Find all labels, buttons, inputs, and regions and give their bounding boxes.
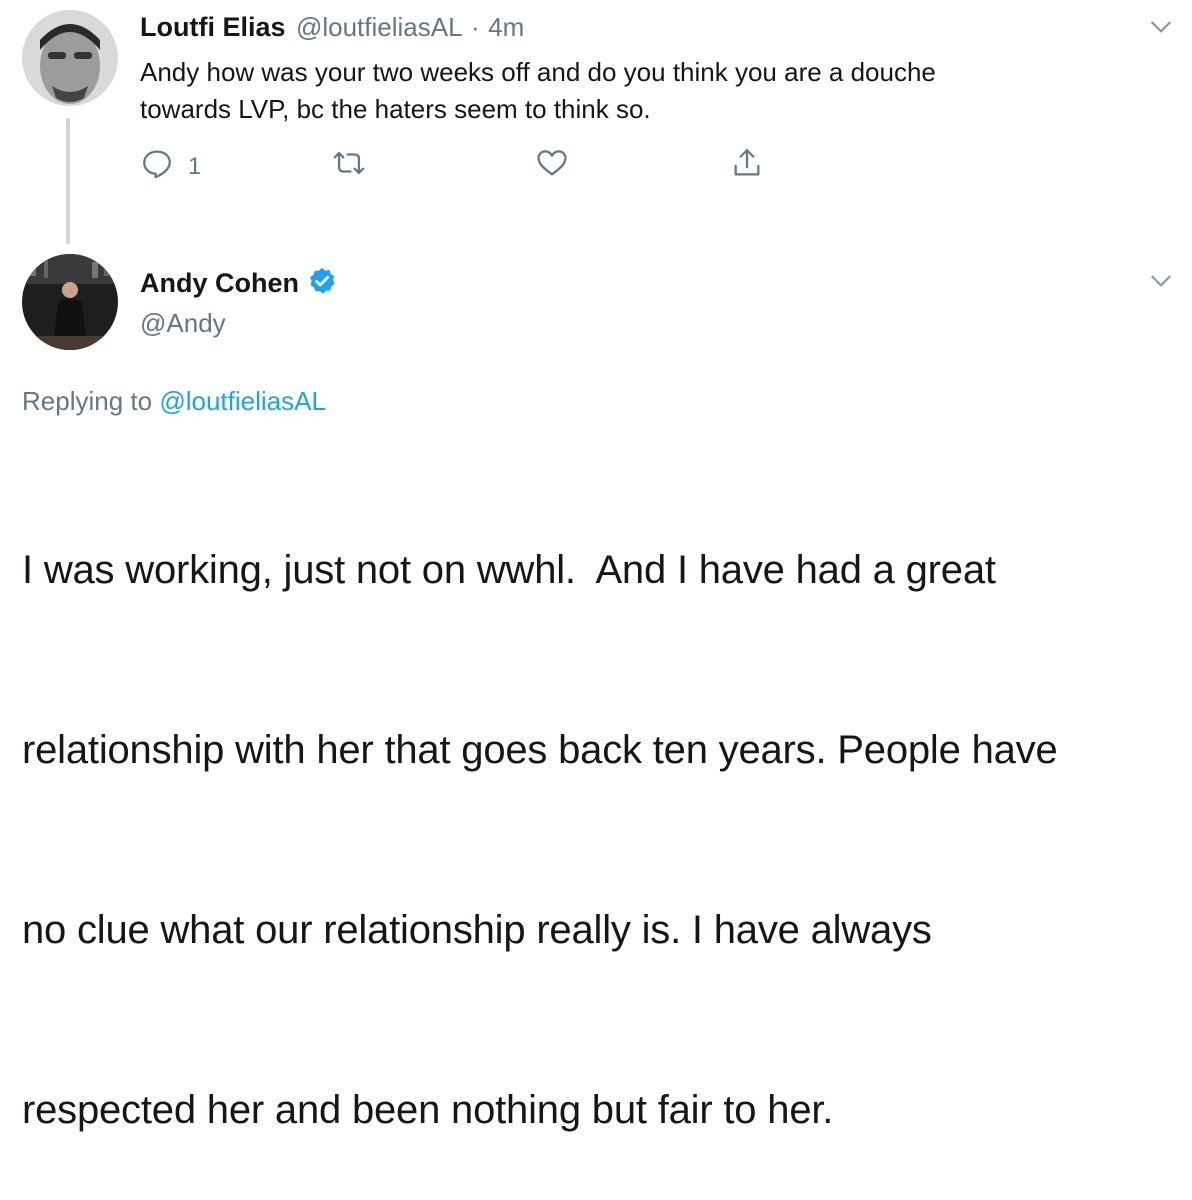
replying-to-handle-link[interactable]: @loutfieliasAL [159,386,326,416]
tweet1-line: towards LVP, bc the haters seem to think… [140,94,651,124]
tweet2-text: I was working, just not on wwhl. And I h… [22,420,1058,1200]
author-name[interactable]: Loutfi Elias [140,12,286,42]
tweet1-header: Loutfi Elias @loutfieliasAL · 4m [140,12,524,43]
tweet2-author: Andy Cohen [140,266,337,299]
author-handle[interactable]: @loutfieliasAL [296,12,463,42]
thread-line [66,118,70,244]
tweet1-line: Andy how was your two weeks off and do y… [140,57,936,87]
reply-icon [140,146,174,187]
reply-count: 1 [188,152,202,180]
timestamp[interactable]: 4m [488,12,524,42]
avatar-andy[interactable] [22,254,118,350]
replying-to-label: Replying to [22,386,153,416]
author-name[interactable]: Andy Cohen [140,268,299,298]
tweet2-line: I was working, just not on wwhl. And I h… [22,548,996,592]
tweet1-text: Andy how was your two weeks off and do y… [140,54,936,128]
verified-badge-icon [310,267,335,294]
tweet1-menu[interactable] [1148,14,1174,45]
author-handle[interactable]: @Andy [140,308,226,339]
like-button[interactable] [535,146,569,187]
tweet2-line: no clue what our relationship really is.… [22,908,932,952]
replying-to: Replying to @loutfieliasAL [22,386,326,417]
share-button[interactable] [730,146,764,187]
retweet-button[interactable] [332,146,366,187]
chevron-down-icon[interactable] [1148,21,1174,44]
avatar-loutfi[interactable] [22,10,118,106]
chevron-down-icon[interactable] [1148,275,1174,298]
tweet2-menu[interactable] [1148,268,1174,299]
reply-button[interactable]: 1 [140,146,201,187]
like-icon [535,146,569,187]
share-icon [730,146,764,187]
retweet-icon [332,146,366,187]
separator-dot: · [471,12,480,42]
tweet2-line: respected her and been nothing but fair … [22,1088,834,1132]
tweet2-line: relationship with her that goes back ten… [22,728,1058,772]
